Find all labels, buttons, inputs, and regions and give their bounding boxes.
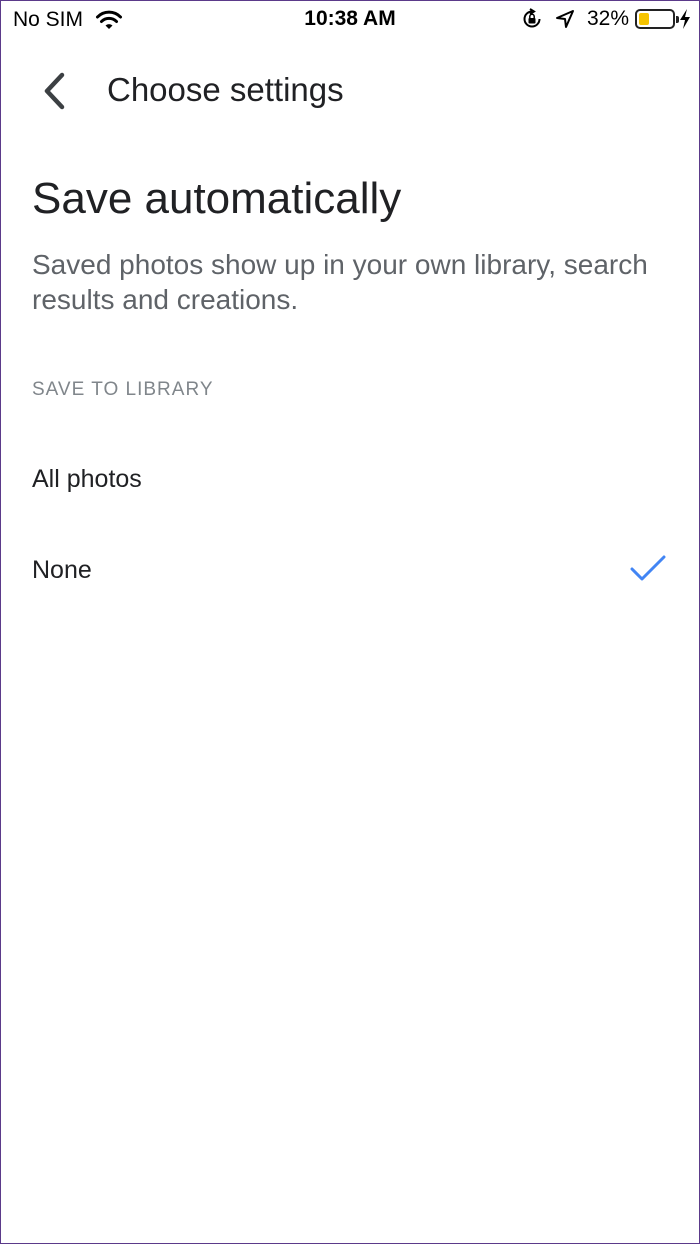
back-button[interactable]: [29, 69, 79, 113]
status-bar: No SIM 10:38 AM 32%: [1, 1, 699, 41]
option-label: None: [32, 556, 92, 584]
option-all-photos[interactable]: All photos: [1, 441, 699, 521]
settings-screen: No SIM 10:38 AM 32% Choose settings Save…: [0, 0, 700, 1244]
option-label: All photos: [32, 465, 142, 493]
page-title: Save automatically: [32, 174, 402, 223]
location-arrow-icon: [555, 10, 574, 28]
orientation-lock-icon: [523, 8, 541, 28]
option-none[interactable]: None: [1, 532, 699, 612]
battery-percent: 32%: [586, 7, 629, 30]
page-description: Saved photos show up in your own library…: [32, 249, 648, 315]
section-label: SAVE TO LIBRARY: [32, 379, 214, 400]
charging-bolt-icon: [680, 9, 690, 29]
battery-icon: [635, 9, 679, 29]
app-header: Choose settings: [1, 51, 699, 131]
status-right: 32%: [521, 7, 691, 31]
header-title: Choose settings: [107, 71, 344, 108]
battery-nub: [676, 16, 679, 23]
battery-fill: [639, 13, 650, 25]
chevron-left-icon: [44, 72, 65, 110]
checkmark-icon: [630, 555, 666, 581]
